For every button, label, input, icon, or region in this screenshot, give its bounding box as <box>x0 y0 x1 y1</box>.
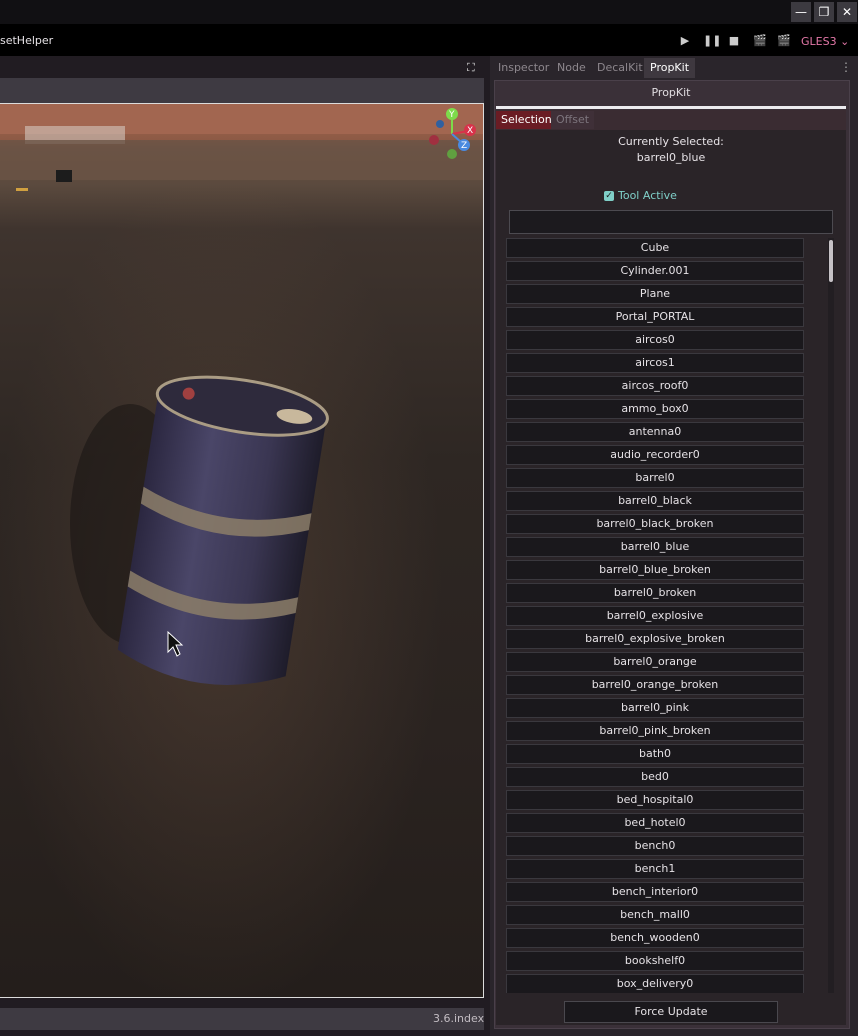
tab-offset[interactable]: Offset <box>551 111 595 129</box>
prop-item[interactable]: audio_recorder0 <box>506 445 804 465</box>
prop-item[interactable]: bed_hotel0 <box>506 813 804 833</box>
prop-item[interactable]: barrel0_blue <box>506 537 804 557</box>
prop-list: Cube Cylinder.001 Plane Portal_PORTALaircos… <box>506 238 828 993</box>
minimize-button[interactable]: — <box>791 2 811 22</box>
viewport-status-label: 3.6.index <box>433 1012 485 1025</box>
prop-item[interactable]: aircos_roof0 <box>506 376 804 396</box>
viewport-toolbar <box>0 78 484 103</box>
search-input[interactable] <box>509 210 833 234</box>
prop-item[interactable]: box_delivery0 <box>506 974 804 993</box>
prop-item[interactable]: bed_hospital0 <box>506 790 804 810</box>
title-separator <box>496 106 846 109</box>
renderer-select[interactable]: GLES3 ⌄ <box>801 35 849 48</box>
close-button[interactable]: ✕ <box>837 2 857 22</box>
tab-propkit[interactable]: PropKit <box>644 58 696 78</box>
prop-item[interactable]: barrel0 <box>506 468 804 488</box>
current-selection-value: barrel0_blue <box>636 151 706 164</box>
prop-item[interactable]: antenna0 <box>506 422 804 442</box>
play-icon[interactable]: ▶ <box>678 34 692 48</box>
prop-item[interactable]: bed0 <box>506 767 804 787</box>
viewport-status-bar <box>0 1008 484 1030</box>
dock-menu-icon[interactable]: ⋮ <box>840 60 852 74</box>
prop-item[interactable]: barrel0_explosive <box>506 606 804 626</box>
prop-item[interactable]: Plane <box>506 284 804 304</box>
play-custom-icon[interactable]: 🎬 <box>777 34 791 48</box>
force-update-button[interactable]: Force Update <box>564 1001 778 1023</box>
prop-item[interactable]: bath0 <box>506 744 804 764</box>
prop-item[interactable]: barrel0_orange <box>506 652 804 672</box>
current-selection-label: Currently Selected: <box>618 135 724 148</box>
gizmo-y-label: Y <box>448 110 455 120</box>
prop-item[interactable]: aircos1 <box>506 353 804 373</box>
prop-item[interactable]: bench_mall0 <box>506 905 804 925</box>
prop-item[interactable]: bench0 <box>506 836 804 856</box>
prop-item[interactable]: bench_wooden0 <box>506 928 804 948</box>
renderer-label: GLES3 <box>801 35 837 48</box>
prop-item[interactable]: Cylinder.001 <box>506 261 804 281</box>
prop-item[interactable]: Portal_PORTAL <box>506 307 804 327</box>
title-bar <box>0 0 858 24</box>
wall <box>0 140 483 180</box>
prop-item[interactable]: bench1 <box>506 859 804 879</box>
scene-render: Y X Z <box>0 104 483 685</box>
stop-icon[interactable]: ■ <box>727 34 741 48</box>
prop-item[interactable]: Cube <box>506 238 804 258</box>
crate <box>56 170 72 182</box>
prop-item[interactable]: barrel0_blue_broken <box>506 560 804 580</box>
prop-item[interactable]: bookshelf0 <box>506 951 804 971</box>
prop-item[interactable]: barrel0_broken <box>506 583 804 603</box>
prop-item[interactable]: barrel0_black <box>506 491 804 511</box>
tool-active-checkbox[interactable]: ✓ Tool Active <box>604 189 677 202</box>
gizmo-x-label: X <box>467 126 473 136</box>
scene-tabs-bar <box>0 24 490 56</box>
panel-title: PropKit <box>651 86 691 99</box>
scene-tab[interactable]: setHelper <box>0 34 53 47</box>
fullscreen-icon[interactable]: ⛶ <box>467 61 481 75</box>
prop-item[interactable]: barrel0_pink <box>506 698 804 718</box>
list-scrollbar[interactable] <box>828 238 834 993</box>
tool-active-label: Tool Active <box>618 189 677 202</box>
prop-item[interactable]: ammo_box0 <box>506 399 804 419</box>
gizmo-z-label: Z <box>461 141 467 151</box>
tab-node[interactable]: Node <box>551 58 592 78</box>
prop-item[interactable]: barrel0_black_broken <box>506 514 804 534</box>
tab-decalkit[interactable]: DecalKit <box>591 58 649 78</box>
scrollbar-thumb[interactable] <box>829 240 833 282</box>
prop-item[interactable]: bench_interior0 <box>506 882 804 902</box>
tab-inspector[interactable]: Inspector <box>492 58 555 78</box>
prop-item[interactable]: barrel0_pink_broken <box>506 721 804 741</box>
prop-item[interactable]: aircos0 <box>506 330 804 350</box>
play-scene-icon[interactable]: 🎬 <box>753 34 767 48</box>
prop-item[interactable]: barrel0_orange_broken <box>506 675 804 695</box>
checkbox-checked-icon: ✓ <box>604 190 614 201</box>
restore-button[interactable]: ❐ <box>814 2 834 22</box>
3d-viewport[interactable]: Y X Z <box>0 103 484 998</box>
marker <box>16 188 28 191</box>
prop-item[interactable]: barrel0_explosive_broken <box>506 629 804 649</box>
pause-icon[interactable]: ❚❚ <box>703 34 721 48</box>
tab-selection[interactable]: Selection <box>496 111 557 129</box>
